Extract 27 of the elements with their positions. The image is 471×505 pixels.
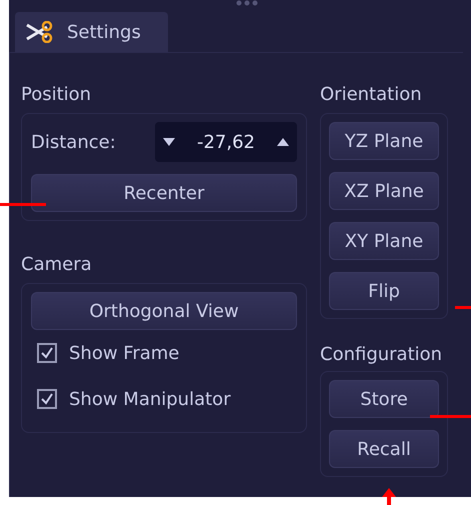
checkbox[interactable] xyxy=(37,343,57,363)
orientation-button[interactable]: Flip xyxy=(329,272,439,310)
configuration-button[interactable]: Store xyxy=(329,380,439,418)
orientation-button[interactable]: XY Plane xyxy=(329,222,439,260)
scissors-icon xyxy=(25,21,53,43)
orthogonal-view-button[interactable]: Orthogonal View xyxy=(31,292,297,330)
check-icon xyxy=(40,392,54,406)
grip-icon[interactable] xyxy=(236,0,258,6)
section-title: Camera xyxy=(21,253,93,277)
up-arrow-icon[interactable] xyxy=(277,138,289,146)
orientation-button[interactable]: YZ Plane xyxy=(329,122,439,160)
section-title: Configuration xyxy=(320,343,444,367)
recenter-button[interactable]: Recenter xyxy=(31,174,297,212)
checkbox-label: Show Frame xyxy=(69,342,180,366)
checkbox[interactable] xyxy=(37,389,57,409)
distance-label: Distance: xyxy=(31,130,116,154)
section-title: Position xyxy=(21,83,92,107)
down-arrow-icon[interactable] xyxy=(163,138,175,146)
settings-tab[interactable]: Settings xyxy=(15,12,168,52)
pointer-arrow xyxy=(382,488,396,505)
configuration-button[interactable]: Recall xyxy=(329,430,439,468)
orientation-button[interactable]: XZ Plane xyxy=(329,172,439,210)
distance-value: -27,62 xyxy=(196,130,256,154)
check-icon xyxy=(40,346,54,360)
checkbox-label: Show Manipulator xyxy=(69,388,231,412)
section-title: Orientation xyxy=(320,83,423,107)
distance-spinbox[interactable]: -27,62 xyxy=(155,122,297,162)
